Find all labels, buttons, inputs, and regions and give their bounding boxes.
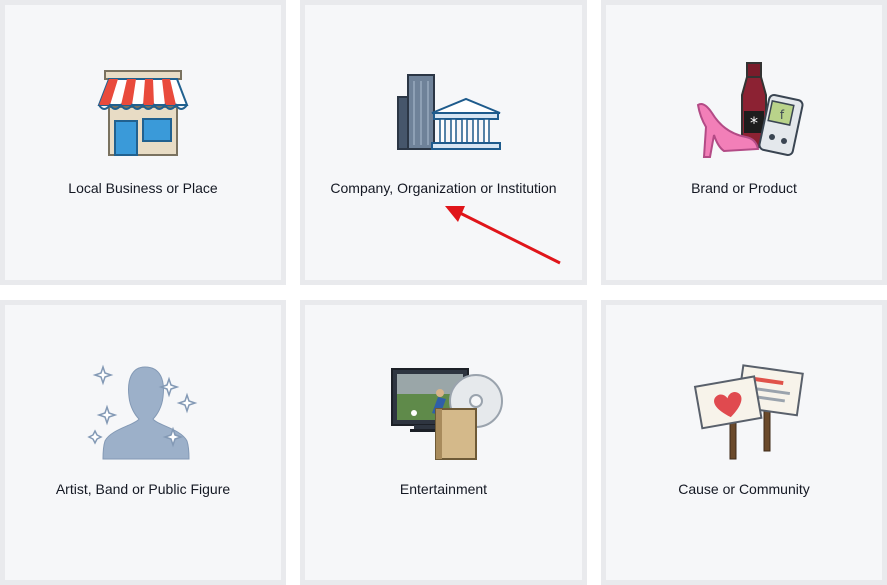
category-tile-artist[interactable]: Artist, Band or Public Figure xyxy=(0,300,286,585)
category-label: Company, Organization or Institution xyxy=(330,180,557,196)
products-icon: * f xyxy=(684,57,804,167)
svg-text:*: * xyxy=(750,113,758,132)
category-tile-cause[interactable]: Cause or Community xyxy=(601,300,887,585)
category-label: Cause or Community xyxy=(678,481,810,497)
category-label: Brand or Product xyxy=(691,180,797,196)
storefront-icon xyxy=(83,57,203,167)
signs-icon xyxy=(684,355,804,465)
silhouette-icon xyxy=(83,355,203,465)
category-label: Entertainment xyxy=(399,481,488,497)
category-label: Local Business or Place xyxy=(68,180,218,196)
category-tile-brand[interactable]: * f Brand or Product xyxy=(601,0,887,285)
media-icon xyxy=(384,355,504,465)
category-label: Artist, Band or Public Figure xyxy=(55,481,231,497)
category-tile-entertainment[interactable]: Entertainment xyxy=(300,300,587,585)
category-tile-local-business[interactable]: Local Business or Place xyxy=(0,0,286,285)
buildings-icon xyxy=(384,57,504,167)
category-tile-company[interactable]: Company, Organization or Institution xyxy=(300,0,587,285)
